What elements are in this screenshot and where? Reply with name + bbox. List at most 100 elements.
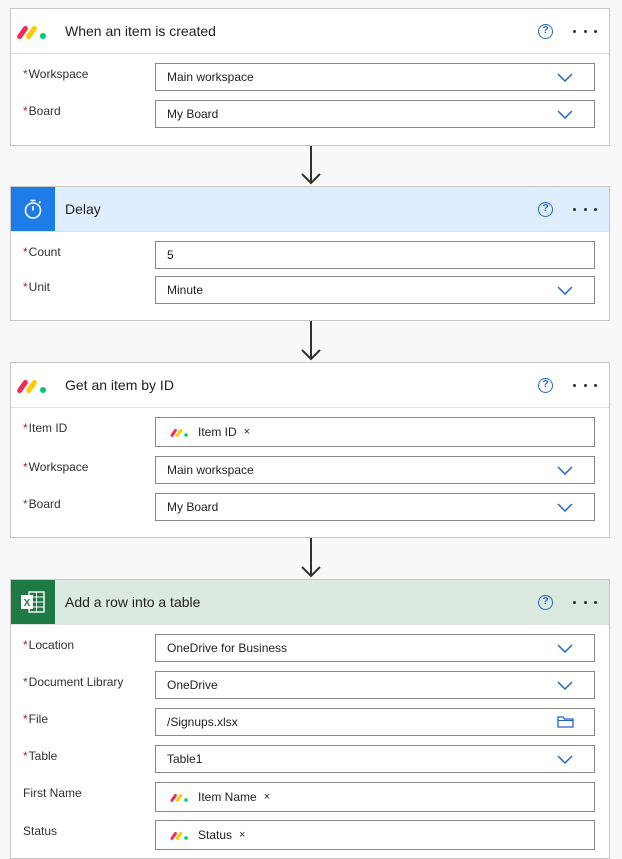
table-label: Table [28,749,58,763]
add-row-card[interactable]: X Add a row into a table ? *Location One… [10,579,610,859]
chevron-down-icon[interactable] [554,679,576,691]
field-label: *Workspace [23,460,88,474]
help-icon[interactable]: ? [538,201,553,217]
board-value: My Board [167,500,219,514]
location-value: OneDrive for Business [167,641,288,655]
monday-logo-icon [170,831,188,840]
token-label: Item ID [198,425,237,439]
required-mark: * [23,245,28,259]
workspace-row: *Workspace Main workspace [11,63,609,91]
chevron-down-icon[interactable] [554,71,576,83]
board-select[interactable]: My Board [155,100,595,128]
board-select[interactable]: My Board [155,493,595,521]
more-icon[interactable] [573,23,597,39]
help-icon[interactable]: ? [538,594,553,610]
required-mark: * [23,638,28,652]
help-icon[interactable]: ? [538,23,553,39]
svg-text:X: X [24,598,31,609]
unit-label: Unit [28,280,51,294]
required-mark: * [23,712,28,726]
timer-icon [11,187,55,231]
unit-select[interactable]: Minute [155,276,595,304]
trigger-card-header[interactable]: When an item is created ? [11,9,609,54]
monday-logo-icon [170,428,188,437]
chevron-down-icon[interactable] [554,753,576,765]
chevron-down-icon[interactable] [554,464,576,476]
card-title: Get an item by ID [65,377,174,393]
help-icon[interactable]: ? [538,377,553,393]
field-label: *Workspace [23,67,88,81]
table-select[interactable]: Table1 [155,745,595,773]
required-mark: * [23,675,28,689]
item-id-label: Item ID [28,421,68,435]
field-label: *Document Library [23,675,123,689]
library-select[interactable]: OneDrive [155,671,595,699]
more-icon[interactable] [573,201,597,217]
workspace-row: *Workspace Main workspace [11,456,609,484]
location-select[interactable]: OneDrive for Business [155,634,595,662]
required-mark: * [23,421,28,435]
board-label: Board [28,497,61,511]
unit-row: *Unit Minute [11,276,609,304]
card-title: When an item is created [65,23,216,39]
file-row: *File /Signups.xlsx [11,708,609,736]
field-label: *Unit [23,280,50,294]
monday-logo-icon [170,793,188,802]
field-label: *Board [23,497,61,511]
remove-token-icon[interactable]: × [264,791,270,803]
field-label: *Board [23,104,61,118]
first-name-label: First Name [23,786,82,800]
field-label: *Table [23,749,57,763]
file-input[interactable]: /Signups.xlsx [155,708,595,736]
dynamic-token[interactable]: Item Name × [170,790,270,804]
field-label: *Count [23,245,61,259]
get-item-card[interactable]: Get an item by ID ? *Item ID Item ID × *… [10,362,610,538]
arrow-down-icon [301,321,321,361]
required-mark: * [23,497,28,511]
count-input[interactable]: 5 [155,241,595,269]
workspace-value: Main workspace [167,463,254,477]
arrow-down-icon [301,538,321,578]
status-row: Status Status × [11,820,609,850]
first-name-input[interactable]: Item Name × [155,782,595,812]
location-label: Location [28,638,75,652]
field-label: *Location [23,638,74,652]
chevron-down-icon[interactable] [554,284,576,296]
board-value: My Board [167,107,219,121]
get-item-card-header[interactable]: Get an item by ID ? [11,363,609,408]
folder-icon[interactable] [554,716,576,728]
field-label: *Item ID [23,421,67,435]
item-id-input[interactable]: Item ID × [155,417,595,447]
dynamic-token[interactable]: Item ID × [170,425,250,439]
required-mark: * [23,104,28,118]
required-mark: * [23,67,28,81]
chevron-down-icon[interactable] [554,642,576,654]
status-input[interactable]: Status × [155,820,595,850]
remove-token-icon[interactable]: × [244,426,250,438]
count-label: Count [28,245,61,259]
add-row-card-header[interactable]: X Add a row into a table ? [11,580,609,625]
remove-token-icon[interactable]: × [239,829,245,841]
monday-logo-icon [11,9,55,53]
workspace-label: Workspace [28,67,89,81]
arrow-down-icon [301,146,321,185]
library-value: OneDrive [167,678,218,692]
chevron-down-icon[interactable] [554,501,576,513]
board-label: Board [28,104,61,118]
workspace-select[interactable]: Main workspace [155,456,595,484]
monday-logo-icon [11,363,55,407]
library-row: *Document Library OneDrive [11,671,609,699]
unit-value: Minute [167,283,204,297]
delay-card[interactable]: Delay ? *Count 5 *Unit Minute [10,186,610,321]
trigger-card[interactable]: When an item is created ? *Workspace Mai… [10,8,610,146]
workspace-select[interactable]: Main workspace [155,63,595,91]
table-value: Table1 [167,752,203,766]
more-icon[interactable] [573,594,597,610]
excel-icon: X [11,580,55,624]
first-name-row: First Name Item Name × [11,782,609,812]
more-icon[interactable] [573,377,597,393]
dynamic-token[interactable]: Status × [170,828,245,842]
chevron-down-icon[interactable] [554,108,576,120]
delay-card-header[interactable]: Delay ? [11,187,609,232]
file-value: /Signups.xlsx [167,715,238,729]
